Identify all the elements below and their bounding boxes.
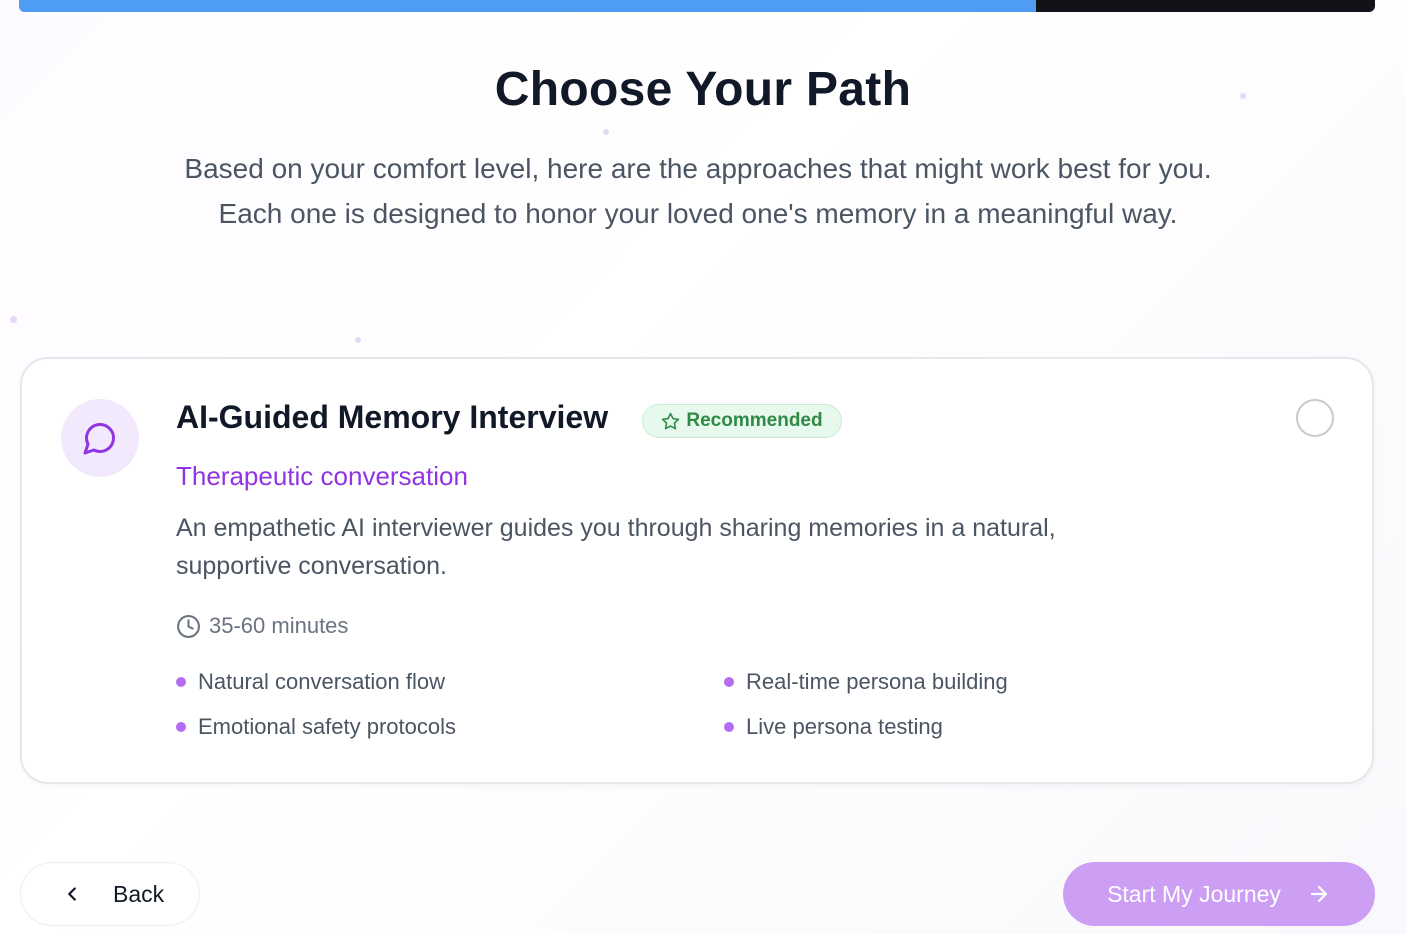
option-radio[interactable] — [1296, 399, 1334, 437]
bullet-dot — [176, 676, 186, 687]
bullet-dot — [176, 721, 186, 732]
feature-label: Live persona testing — [746, 713, 943, 739]
option-title: AI-Guided Memory Interview — [176, 399, 609, 435]
feature-item: Natural conversation flow — [176, 667, 724, 696]
back-button[interactable]: Back — [20, 862, 200, 926]
back-label: Back — [113, 880, 165, 907]
feature-item: Real-time persona building — [724, 667, 1272, 696]
chevron-left-icon — [61, 883, 83, 905]
path-option-card[interactable]: AI-Guided Memory Interview Recommended T… — [20, 357, 1374, 784]
duration-label: 35-60 minutes — [209, 613, 349, 638]
progress-fill — [19, 0, 1036, 12]
recommended-badge: Recommended — [642, 404, 842, 438]
clock-icon — [176, 614, 201, 639]
page-title: Choose Your Path — [494, 63, 912, 116]
feature-label: Natural conversation flow — [198, 668, 446, 694]
feature-item: Emotional safety protocols — [176, 712, 724, 741]
page-subtitle: Based on your comfort level, here are th… — [184, 153, 1212, 229]
feature-label: Real-time persona building — [746, 668, 1008, 694]
progress-bar — [19, 0, 1375, 12]
star-icon — [661, 412, 680, 431]
message-circle-icon — [61, 399, 139, 477]
start-label: Start My Journey — [1107, 880, 1281, 907]
feature-item: Live persona testing — [724, 712, 1272, 741]
decorative-dot — [355, 337, 361, 343]
feature-label: Emotional safety protocols — [198, 713, 457, 739]
start-journey-button[interactable]: Start My Journey — [1063, 862, 1375, 926]
decorative-dot — [603, 129, 609, 135]
bullet-dot — [724, 676, 734, 687]
decorative-dot — [10, 316, 17, 323]
feature-list: Natural conversation flow Real-time pers… — [176, 667, 1276, 741]
bullet-dot — [724, 721, 734, 732]
arrow-right-icon — [1307, 882, 1331, 906]
option-description: An empathetic AI interviewer guides you … — [176, 514, 1056, 580]
option-subtitle: Therapeutic conversation — [176, 461, 468, 491]
duration: 35-60 minutes — [176, 613, 348, 639]
badge-label: Recommended — [686, 410, 823, 431]
